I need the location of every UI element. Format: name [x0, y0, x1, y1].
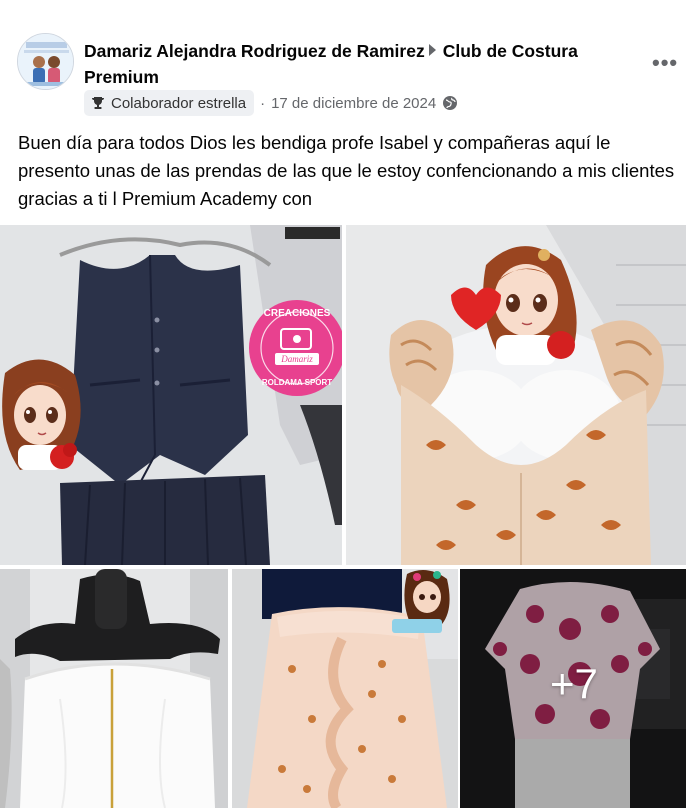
photo-floral-skirt[interactable] [232, 569, 458, 808]
author-avatar[interactable] [17, 33, 74, 90]
caret-right-icon [428, 44, 436, 56]
trophy-icon [92, 97, 104, 109]
post-text: Buen día para todos Dios les bendiga pro… [18, 132, 675, 209]
photo-navy-vest[interactable]: Damariz CREACIONES ROLDAMA SPORT [0, 225, 342, 565]
stamp-top-text: CREACIONES [264, 308, 331, 319]
more-options-icon[interactable]: ••• [652, 50, 678, 76]
cartoon-sticker [2, 359, 81, 470]
post-title: Damariz Alejandra Rodriguez de Ramirez Cl… [84, 38, 644, 90]
post-card: Damariz Alejandra Rodriguez de Ramirez Cl… [0, 0, 686, 808]
more-photos-count[interactable]: +7 [550, 660, 598, 708]
post-date[interactable]: 17 de diciembre de 2024 [271, 95, 436, 112]
post-header: Damariz Alejandra Rodriguez de Ramirez Cl… [0, 0, 686, 125]
author-name[interactable]: Damariz Alejandra Rodriguez de Ramirez [84, 41, 425, 61]
stamp-name: Damariz [280, 354, 313, 364]
meta-separator: · [260, 94, 266, 112]
stamp-bottom-text: ROLDAMA SPORT [262, 378, 332, 387]
globe-icon[interactable] [442, 95, 458, 111]
photo-white-strapless-top[interactable] [0, 569, 228, 808]
post-meta: Colaborador estrella · 17 de diciembre d… [84, 90, 458, 116]
contributor-badge[interactable]: Colaborador estrella [84, 90, 255, 116]
photo-floral-corset[interactable] [346, 225, 686, 565]
badge-label: Colaborador estrella [111, 94, 247, 112]
